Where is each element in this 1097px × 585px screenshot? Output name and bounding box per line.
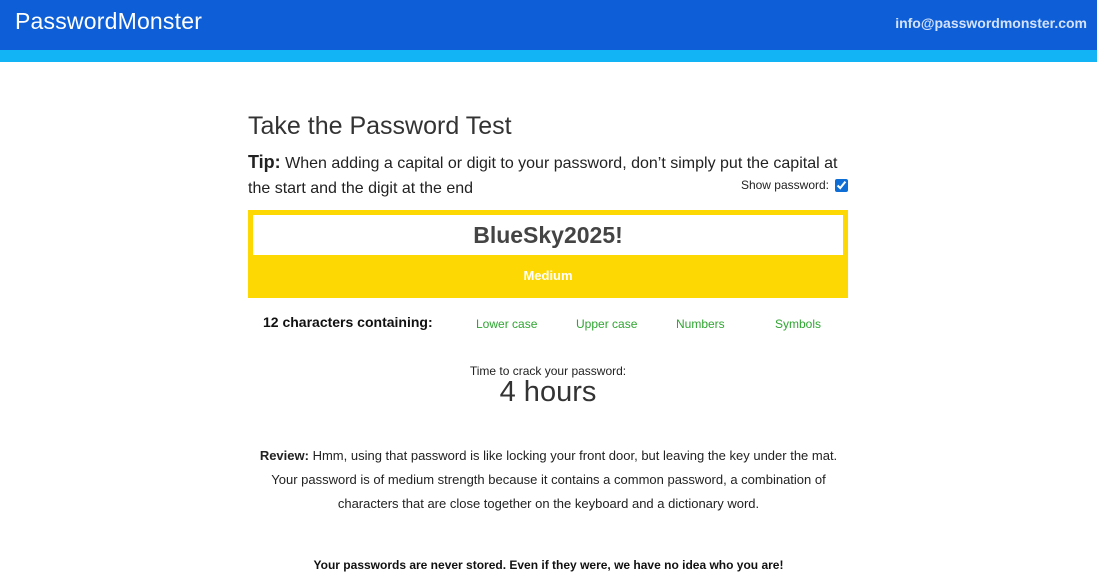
tip-label: Tip:	[248, 152, 281, 172]
privacy-note: Your passwords are never stored. Even if…	[313, 558, 784, 572]
char-type-symbols: Symbols	[775, 317, 822, 331]
char-type-numbers: Numbers	[676, 317, 725, 331]
strength-label: Medium	[523, 268, 573, 283]
char-type-lower-case: Lower case	[476, 317, 538, 331]
character-count: 12 characters containing:	[263, 314, 433, 330]
tip-text: Tip: When adding a capital or digit to y…	[248, 150, 848, 201]
page-title: Take the Password Test	[248, 112, 512, 140]
header-stripe	[0, 50, 1097, 62]
show-password-label: Show password:	[740, 178, 829, 192]
contact-email-link[interactable]: info@passwordmonster.com	[895, 15, 1087, 31]
char-type-upper-case: Upper case	[576, 317, 638, 331]
site-header: PasswordMonster info@passwordmonster.com	[0, 0, 1097, 50]
crack-time-value: 4 hours	[499, 376, 597, 408]
character-summary: 12 characters containing: Lower case Upp…	[248, 312, 848, 332]
site-logo[interactable]: PasswordMonster	[15, 8, 202, 35]
review-label: Review:	[259, 448, 309, 463]
review-text: Review: Hmm, using that password is like…	[250, 444, 847, 516]
strength-meter: Medium	[248, 210, 848, 298]
review-body: Hmm, using that password is like locking…	[271, 448, 838, 511]
password-input[interactable]	[253, 215, 843, 255]
show-password-checkbox[interactable]	[835, 178, 848, 192]
show-password-toggle[interactable]: Show password:	[741, 178, 848, 192]
